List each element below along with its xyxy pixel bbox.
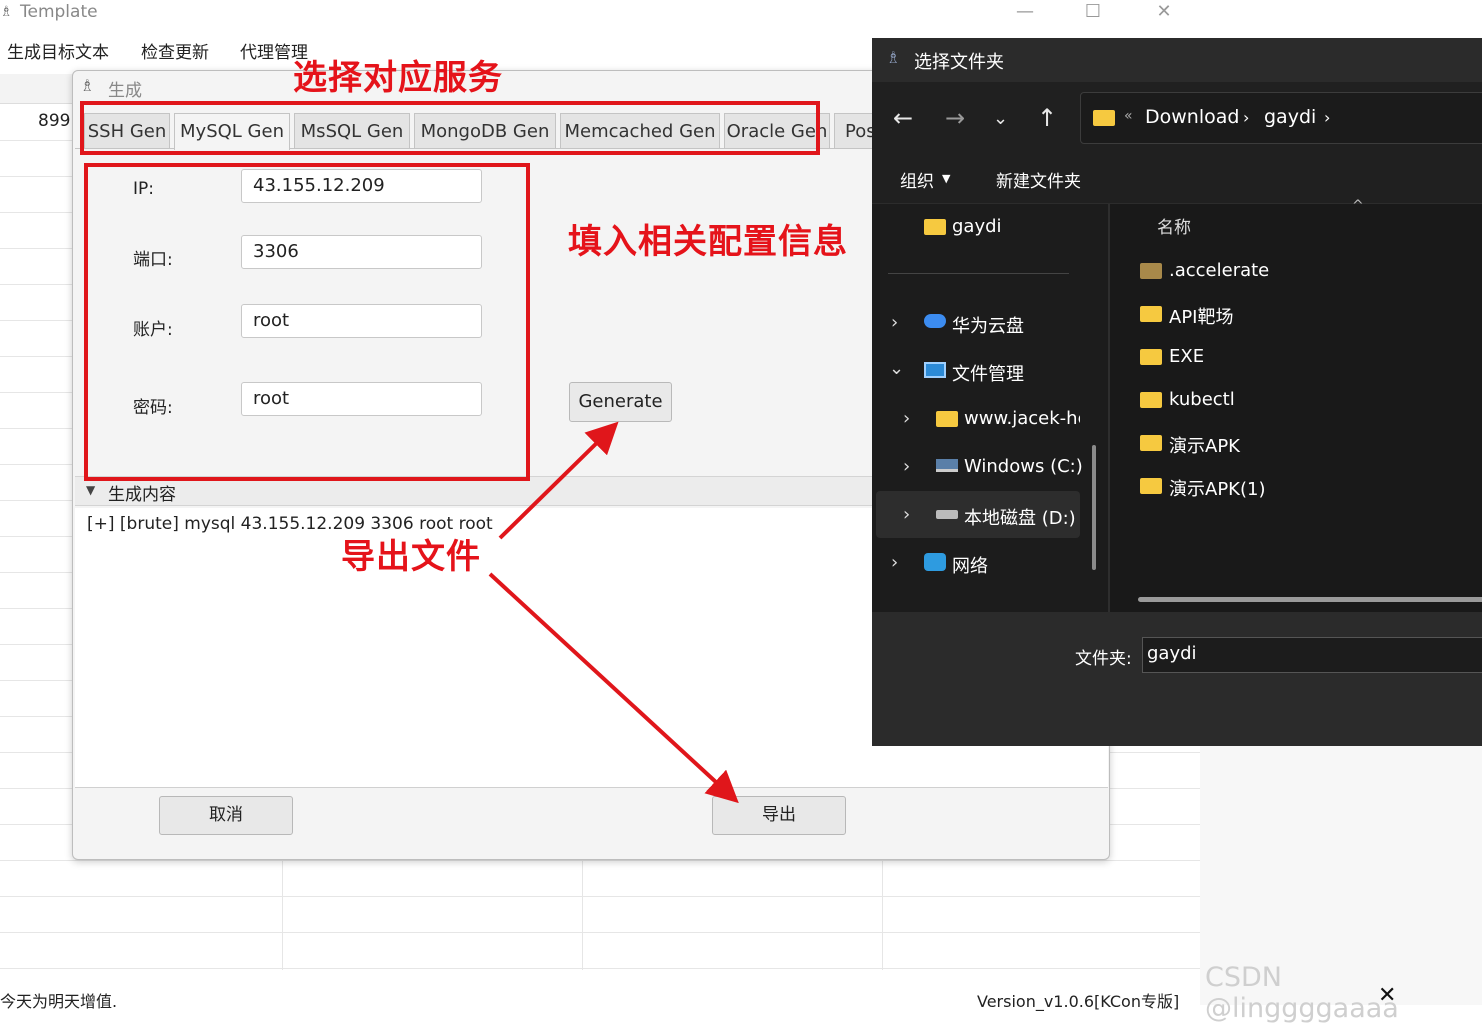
annotation-arrows	[488, 421, 739, 804]
arrow-to-generate	[498, 421, 619, 540]
arrow-to-export	[488, 572, 739, 804]
